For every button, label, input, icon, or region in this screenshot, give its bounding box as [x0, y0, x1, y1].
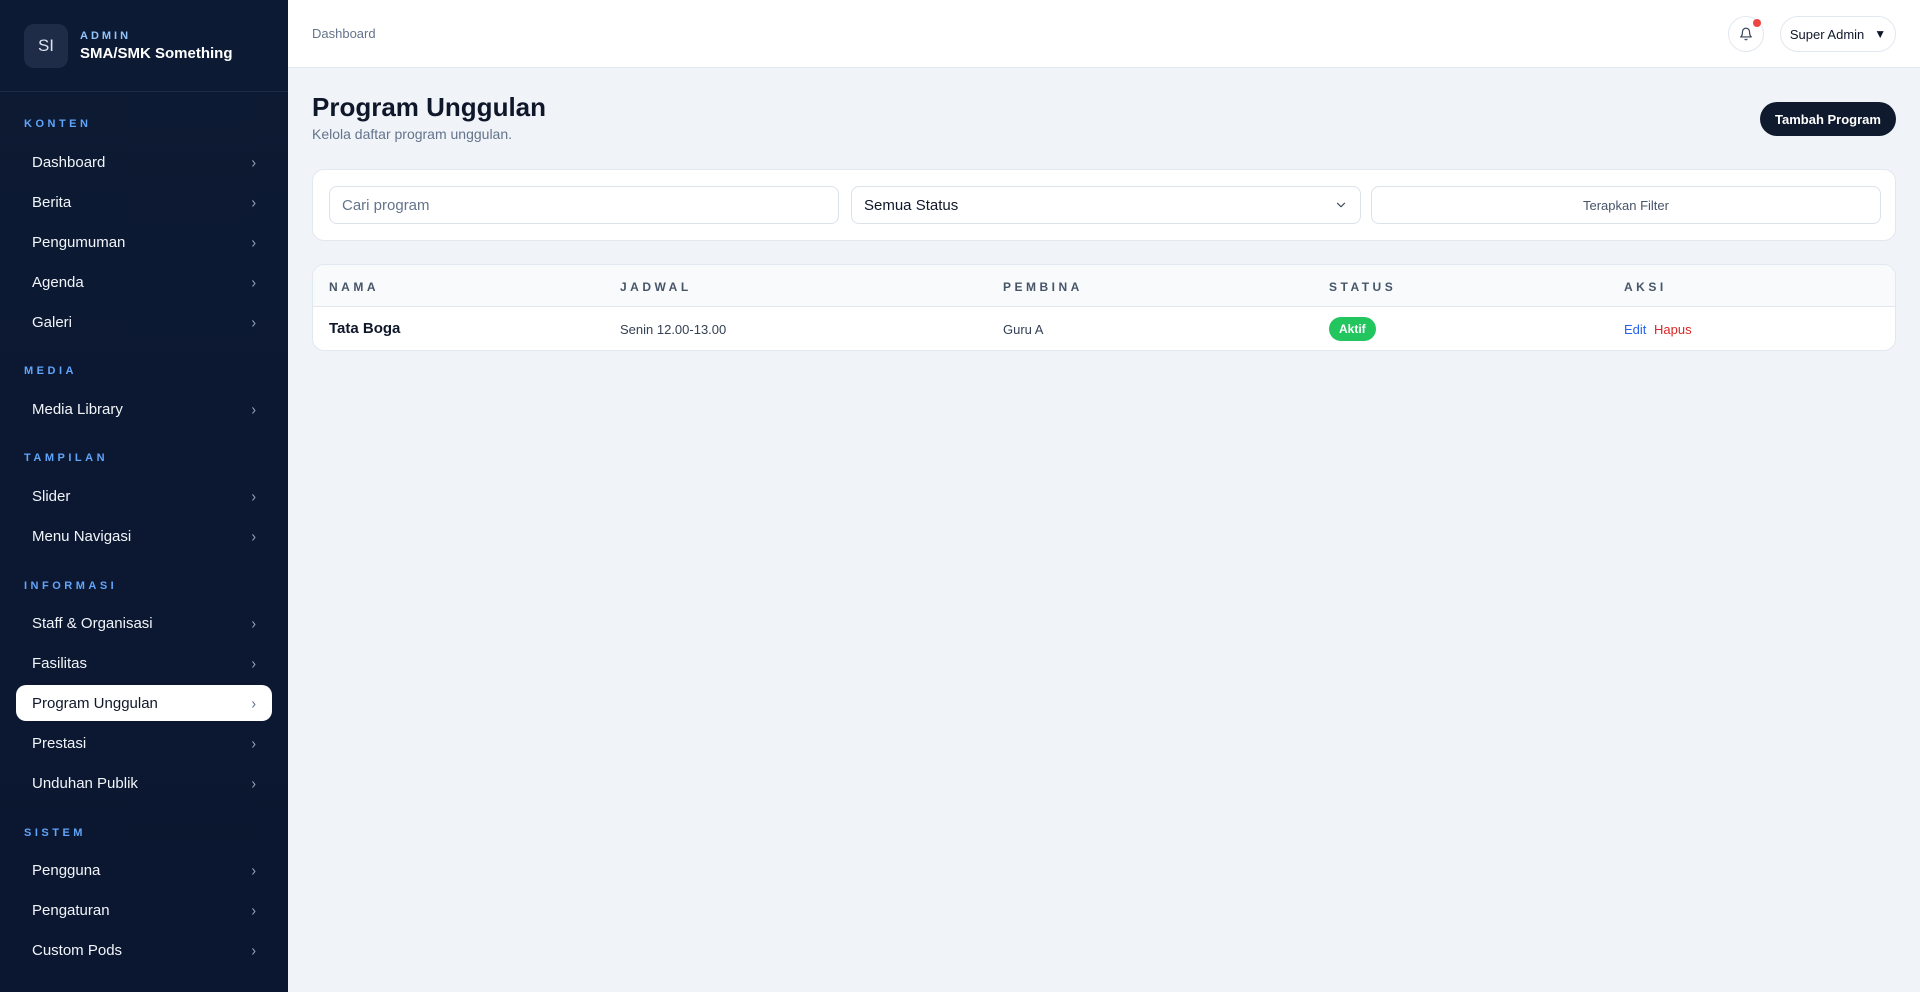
column-header-pembina: PEMBINA: [1003, 280, 1083, 294]
sidebar-item-pengaturan[interactable]: Pengaturan ›: [16, 892, 272, 928]
chevron-right-icon: ›: [251, 153, 256, 171]
breadcrumb[interactable]: Dashboard: [312, 26, 376, 41]
sidebar-item-galeri[interactable]: Galeri ›: [16, 304, 272, 340]
brand-logo: SI: [24, 23, 68, 68]
brand-text: ADMIN SMA/SMK Something: [80, 30, 233, 62]
sidebar-item-label: Menu Navigasi: [32, 527, 132, 545]
apply-filter-button[interactable]: Terapkan Filter: [1371, 186, 1881, 224]
chevron-right-icon: ›: [251, 527, 256, 545]
chevron-right-icon: ›: [251, 614, 256, 632]
status-select-value: Semua Status: [864, 196, 959, 214]
section-label-media: MEDIA: [24, 365, 77, 377]
sidebar-item-label: Berita: [32, 193, 72, 211]
chevron-right-icon: ›: [251, 273, 256, 291]
sidebar-item-pengumuman[interactable]: Pengumuman ›: [16, 224, 272, 260]
user-menu-button[interactable]: Super Admin ▼: [1780, 16, 1896, 52]
notification-button[interactable]: [1728, 16, 1764, 52]
cell-pembina: Guru A: [1003, 322, 1044, 337]
chevron-right-icon: ›: [251, 941, 256, 959]
brand: SI ADMIN SMA/SMK Something: [0, 0, 288, 92]
sidebar-item-berita[interactable]: Berita ›: [16, 184, 272, 220]
chevron-right-icon: ›: [251, 313, 256, 331]
sidebar-item-label: Pengguna: [32, 861, 101, 879]
sidebar-item-label: Slider: [32, 487, 71, 505]
chevron-right-icon: ›: [251, 901, 256, 919]
chevron-right-icon: ›: [251, 734, 256, 752]
section-label-informasi: INFORMASI: [24, 580, 118, 592]
section-label-konten: KONTEN: [24, 118, 92, 130]
status-badge: Aktif: [1329, 317, 1376, 341]
sidebar-item-prestasi[interactable]: Prestasi ›: [16, 725, 272, 761]
cell-jadwal: Senin 12.00-13.00: [620, 322, 727, 337]
sidebar-item-slider[interactable]: Slider ›: [16, 478, 272, 514]
sidebar-item-label: Staff & Organisasi: [32, 614, 153, 632]
sidebar-item-dashboard[interactable]: Dashboard ›: [16, 144, 272, 180]
chevron-down-icon: [1336, 202, 1346, 208]
add-program-button[interactable]: Tambah Program: [1760, 102, 1896, 136]
sidebar-item-staff-organisasi[interactable]: Staff & Organisasi ›: [16, 605, 272, 641]
sidebar-item-label: Galeri: [32, 313, 73, 331]
sidebar-item-label: Dashboard: [32, 153, 106, 171]
chevron-right-icon: ›: [251, 400, 256, 418]
sidebar-item-fasilitas[interactable]: Fasilitas ›: [16, 645, 272, 681]
sidebar-item-label: Pengumuman: [32, 233, 126, 251]
sidebar-item-pengguna[interactable]: Pengguna ›: [16, 852, 272, 888]
user-name: Super Admin: [1789, 26, 1865, 42]
chevron-right-icon: ›: [251, 654, 256, 672]
sidebar-item-label: Custom Pods: [32, 941, 123, 959]
brand-name: SMA/SMK Something: [80, 44, 233, 62]
sidebar-item-label: Fasilitas: [32, 654, 88, 672]
table-row: Tata Boga Senin 12.00-13.00 Guru A Aktif…: [313, 307, 1895, 350]
delete-link[interactable]: Hapus: [1654, 322, 1692, 337]
sidebar-item-media-library[interactable]: Media Library ›: [16, 391, 272, 427]
sidebar-item-label: Media Library: [32, 400, 123, 418]
chevron-right-icon: ›: [251, 487, 256, 505]
page-title: Program Unggulan: [312, 92, 547, 122]
sidebar-item-label: Agenda: [32, 273, 84, 291]
sidebar-item-label: Prestasi: [32, 734, 87, 752]
caret-down-icon: ▼: [1874, 27, 1887, 41]
bell-icon: [1740, 27, 1752, 41]
cell-nama: Tata Boga: [329, 320, 401, 337]
chevron-right-icon: ›: [251, 861, 256, 879]
sidebar-item-label: Pengaturan: [32, 901, 110, 919]
sidebar-item-label: Program Unggulan: [32, 694, 158, 712]
sidebar: SI ADMIN SMA/SMK Something KONTEN Dashbo…: [0, 0, 288, 992]
sidebar-item-custom-pods[interactable]: Custom Pods ›: [16, 932, 272, 968]
column-header-jadwal: JADWAL: [620, 280, 692, 294]
column-header-nama: NAMA: [329, 280, 379, 294]
chevron-right-icon: ›: [251, 193, 256, 211]
sidebar-item-menu-navigasi[interactable]: Menu Navigasi ›: [16, 518, 272, 554]
brand-kicker: ADMIN: [80, 29, 132, 42]
chevron-right-icon: ›: [251, 694, 256, 712]
chevron-right-icon: ›: [251, 233, 256, 251]
search-input[interactable]: [329, 186, 839, 224]
column-header-aksi: AKSI: [1624, 280, 1667, 294]
section-label-sistem: SISTEM: [24, 827, 86, 839]
column-header-status: STATUS: [1329, 280, 1397, 294]
page-subtitle: Kelola daftar program unggulan.: [312, 126, 513, 142]
sidebar-item-agenda[interactable]: Agenda ›: [16, 264, 272, 300]
notification-dot: [1753, 19, 1761, 27]
chevron-right-icon: ›: [251, 774, 256, 792]
program-table: NAMA JADWAL PEMBINA STATUS AKSI Tata Bog…: [312, 264, 1896, 351]
sidebar-item-program-unggulan[interactable]: Program Unggulan ›: [16, 685, 272, 721]
sidebar-item-unduhan-publik[interactable]: Unduhan Publik ›: [16, 765, 272, 801]
topbar: Dashboard Super Admin ▼: [288, 0, 1920, 68]
edit-link[interactable]: Edit: [1624, 322, 1646, 337]
status-select[interactable]: Semua Status: [851, 186, 1361, 224]
section-label-tampilan: TAMPILAN: [24, 452, 109, 464]
sidebar-item-label: Unduhan Publik: [32, 774, 138, 792]
filter-card: Semua Status Terapkan Filter: [312, 169, 1896, 241]
table-header: NAMA JADWAL PEMBINA STATUS AKSI: [313, 265, 1895, 307]
